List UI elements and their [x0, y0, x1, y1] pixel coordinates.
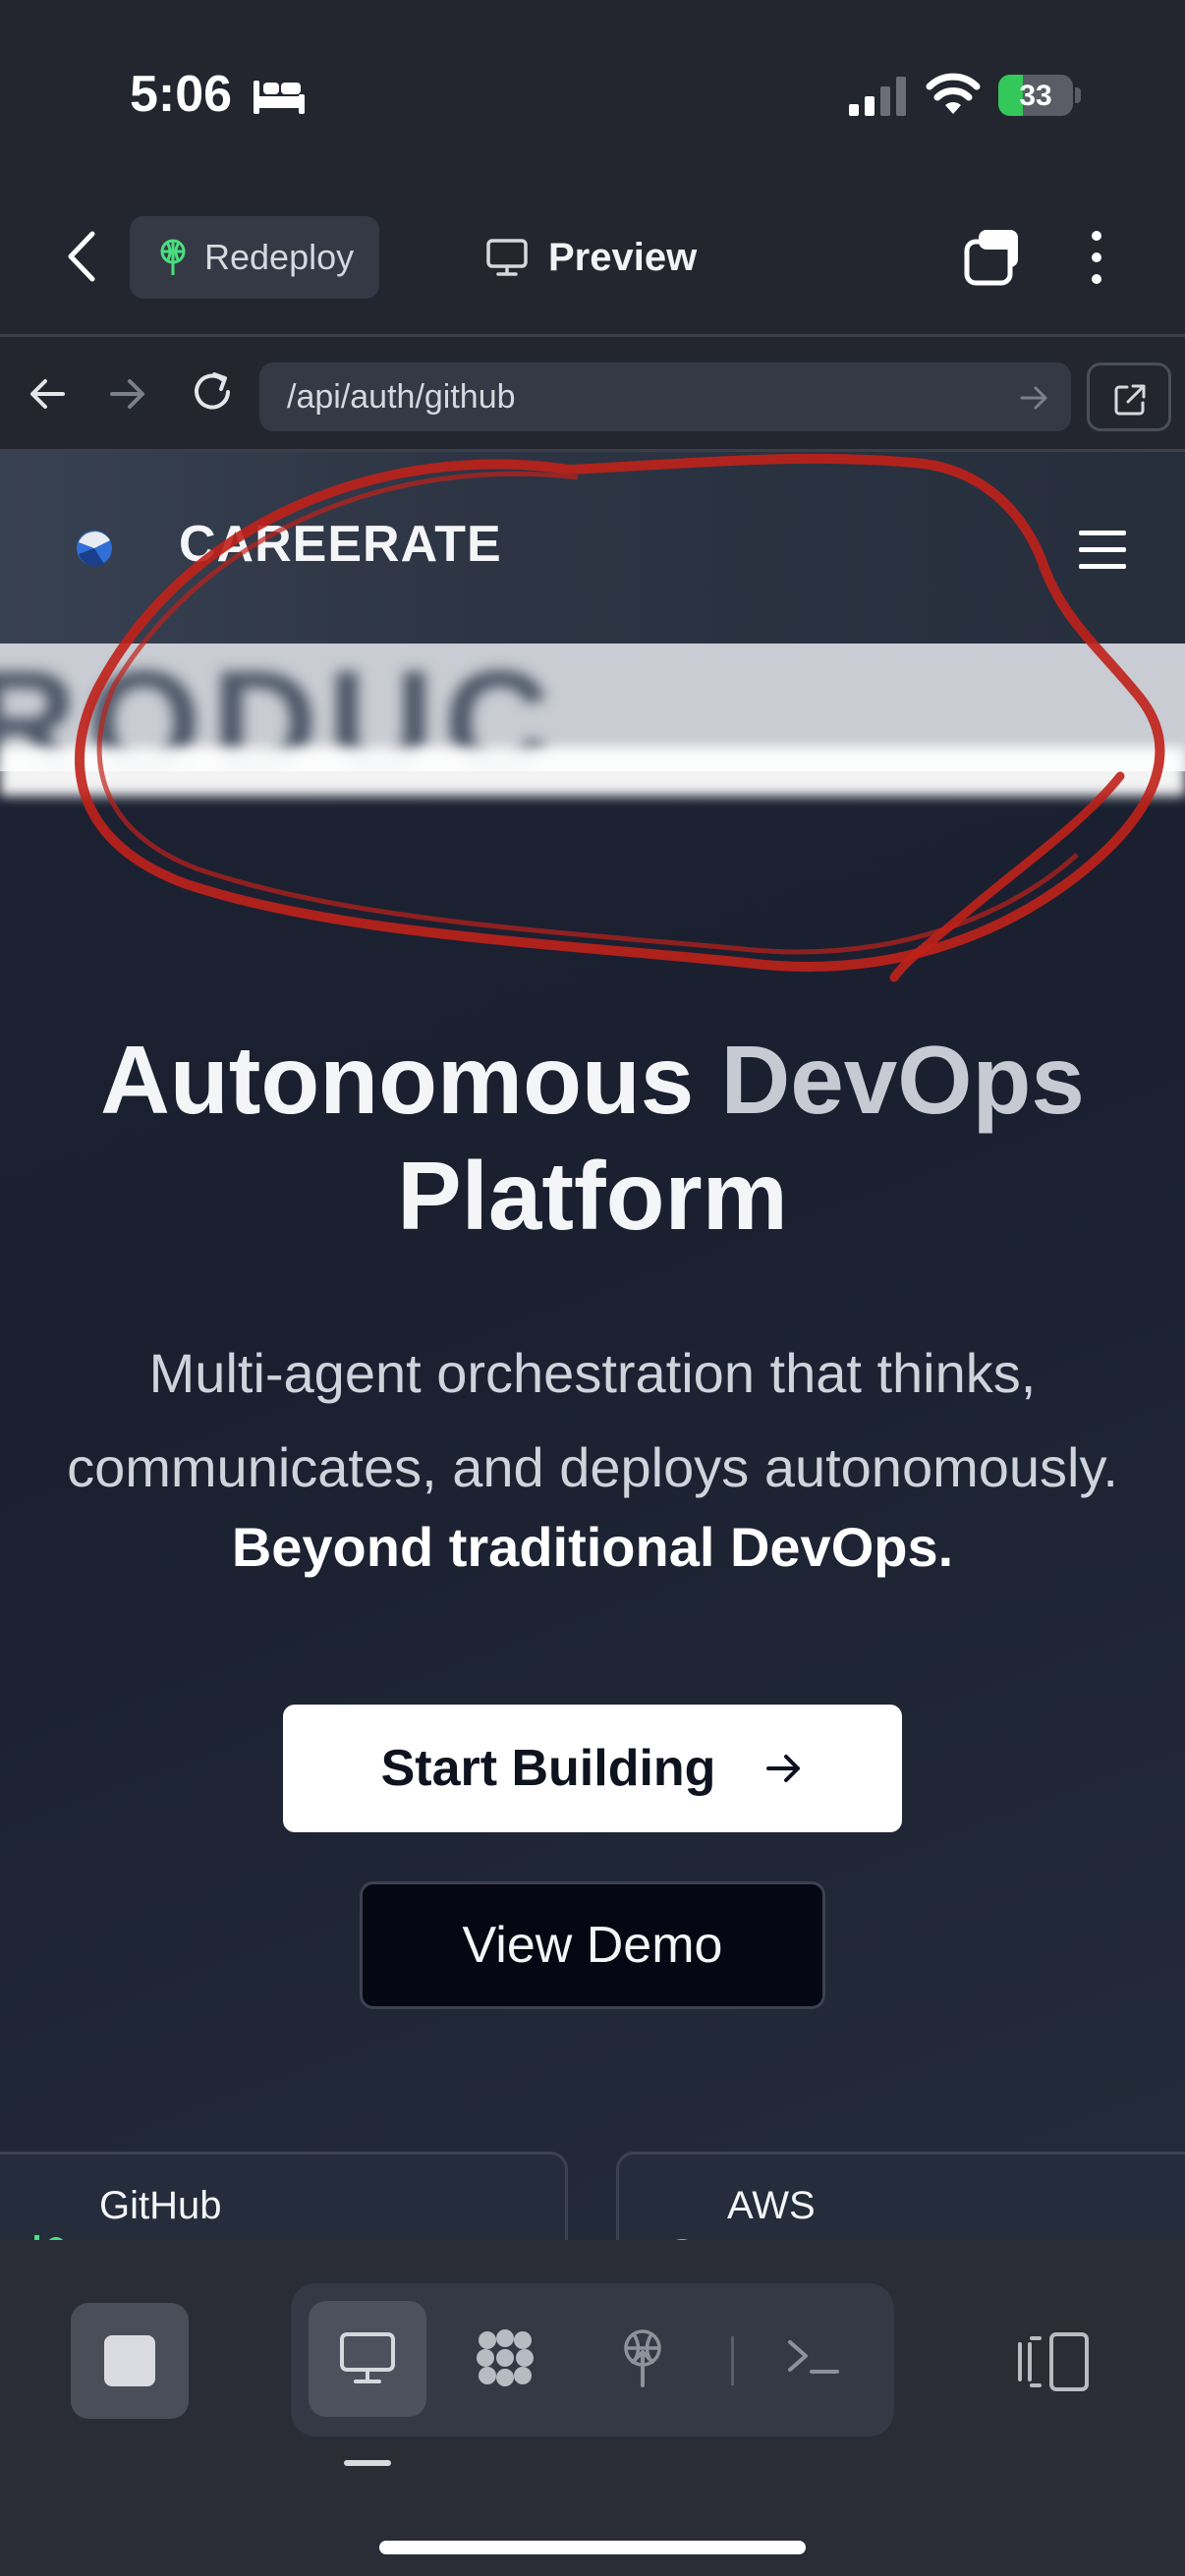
- browser-back-icon[interactable]: [26, 372, 69, 416]
- stop-icon: [104, 2335, 155, 2386]
- app-header: Redeploy Preview: [0, 187, 1185, 334]
- bed-icon: [254, 81, 305, 114]
- arrow-right-icon: [766, 1755, 801, 1782]
- signal-icon: [849, 77, 906, 116]
- terminal-icon: [788, 2340, 839, 2374]
- status-time: 5:06: [130, 66, 233, 123]
- active-tab-indicator: [344, 2460, 391, 2466]
- aws-status-icon: [676, 2239, 688, 2240]
- battery-percent: 33: [1019, 80, 1052, 112]
- preview-view-button[interactable]: [309, 2301, 426, 2417]
- start-building-label: Start Building: [380, 1740, 716, 1797]
- browser-forward-icon[interactable]: [106, 372, 149, 416]
- view-switcher: [291, 2283, 894, 2436]
- more-options-icon[interactable]: [1079, 228, 1114, 287]
- agents-view-button[interactable]: [446, 2301, 564, 2417]
- hero-subtitle: Multi-agent orchestration that thinks, c…: [67, 1342, 1118, 1498]
- integration-card-aws[interactable]: AWS: [616, 2152, 1185, 2240]
- card-label-aws: AWS: [727, 2184, 816, 2227]
- stop-button[interactable]: [71, 2303, 189, 2419]
- segment-divider: [731, 2336, 734, 2385]
- page-title: Preview: [548, 235, 698, 279]
- redeploy-icon: [160, 239, 186, 275]
- start-building-button[interactable]: Start Building: [283, 1705, 902, 1832]
- external-link-icon: [1114, 384, 1146, 416]
- hero-tagline: Beyond traditional DevOps.: [231, 1516, 954, 1578]
- preview-title: Preview: [485, 228, 697, 287]
- hero-title-accent: DevOps: [720, 1026, 1085, 1134]
- wifi-icon: [926, 73, 981, 114]
- webpage-preview: CAREERATE RODUC Autonomous DevOps Platfo…: [0, 452, 1185, 2240]
- hero-title-line2: Platform: [397, 1142, 788, 1250]
- open-external-button[interactable]: [1087, 363, 1171, 431]
- monitor-icon: [340, 2332, 395, 2383]
- split-layout-icon[interactable]: [1018, 2330, 1091, 2393]
- view-demo-label: View Demo: [462, 1917, 723, 1974]
- tabs-icon[interactable]: [963, 228, 1022, 287]
- url-text: /api/auth/github: [287, 378, 516, 416]
- home-indicator: [379, 2541, 806, 2554]
- hero-title-main: Autonomous: [100, 1026, 721, 1134]
- status-bar: 5:06 33: [0, 0, 1185, 187]
- url-field[interactable]: /api/auth/github: [259, 363, 1071, 431]
- reload-icon[interactable]: [189, 368, 236, 416]
- agents-grid-icon: [477, 2329, 534, 2386]
- back-chevron-icon[interactable]: [61, 228, 104, 285]
- red-annotation-scribble: [75, 453, 1165, 982]
- battery-indicator: 33: [998, 75, 1081, 116]
- terminal-view-button[interactable]: [755, 2301, 873, 2417]
- browser-bar: /api/auth/github: [0, 334, 1185, 452]
- card-label-github: GitHub: [99, 2184, 222, 2227]
- go-arrow-icon[interactable]: [1018, 382, 1049, 414]
- redeploy-label: Redeploy: [204, 237, 355, 277]
- github-status-icon: [34, 2235, 64, 2240]
- deploy-icon: [624, 2329, 661, 2387]
- hero-title: Autonomous DevOps Platform: [0, 1022, 1185, 1254]
- view-demo-button[interactable]: View Demo: [360, 1881, 825, 2009]
- redeploy-button[interactable]: Redeploy: [130, 216, 379, 299]
- integration-card-github[interactable]: GitHub: [0, 2152, 568, 2240]
- deploy-view-button[interactable]: [584, 2301, 702, 2417]
- bottom-toolbar: [0, 2240, 1185, 2576]
- monitor-icon: [486, 239, 528, 276]
